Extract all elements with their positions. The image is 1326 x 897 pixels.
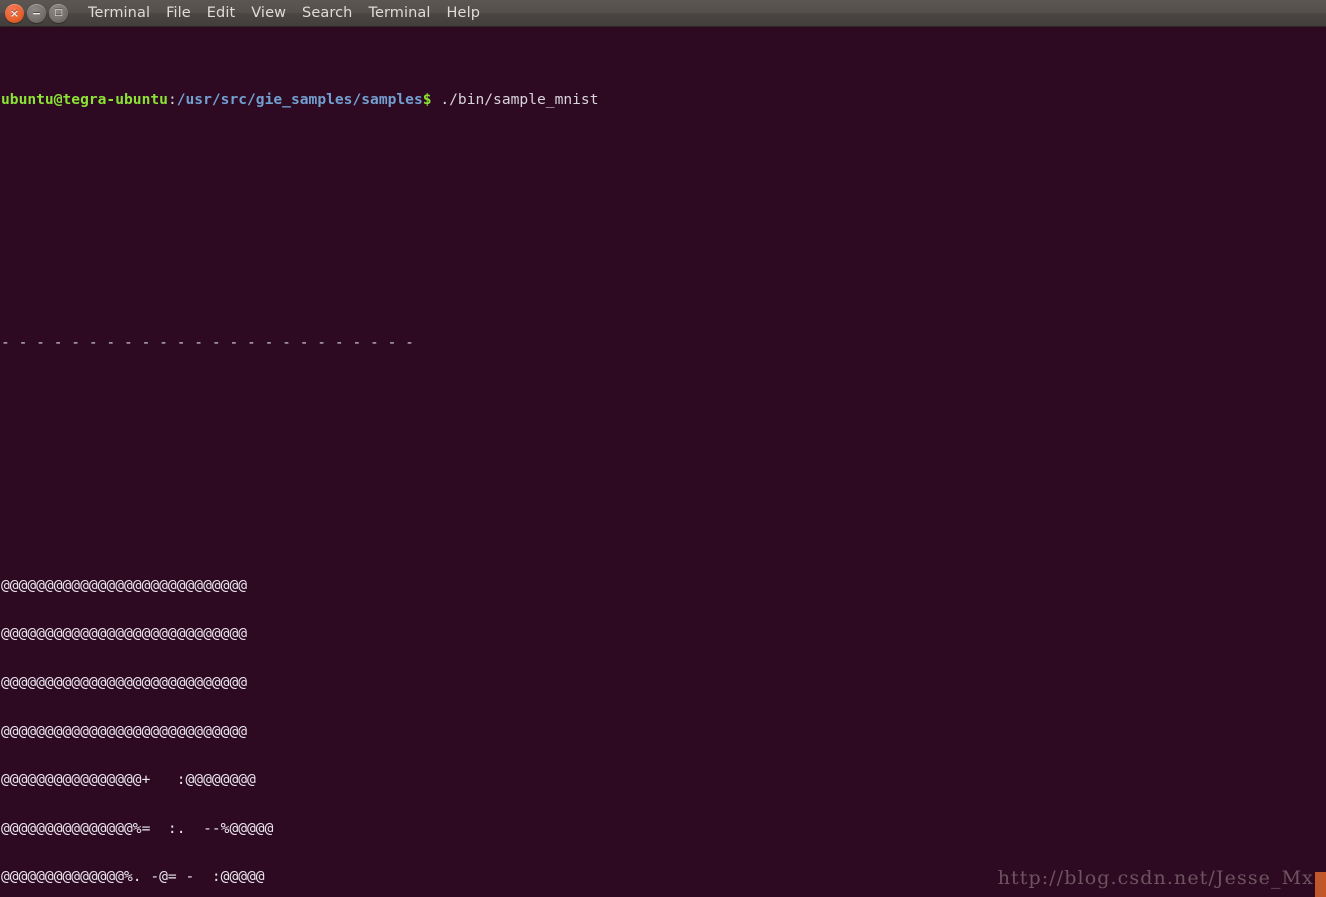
prompt-user-host: ubuntu@tegra-ubuntu <box>1 90 168 108</box>
terminal-screen: ubuntu@tegra-ubuntu:/usr/src/gie_samples… <box>1 27 599 897</box>
maximize-button[interactable]: □ <box>49 3 68 23</box>
separator-line: - - - - - - - - - - - - - - - - - - - - … <box>1 333 414 351</box>
menu-item-edit[interactable]: Edit <box>199 3 243 23</box>
watermark-text: http://blog.csdn.net/Jesse_Mx <box>997 867 1314 889</box>
prompt-sigil: $ <box>422 90 432 108</box>
menu-item-terminal[interactable]: Terminal <box>360 3 438 23</box>
menu-item-search[interactable]: Search <box>294 3 360 23</box>
menu-item-view[interactable]: View <box>243 3 294 23</box>
ascii-art-row: @@@@@@@@@@@@@@%. -@= - :@@@@@ <box>1 868 265 886</box>
ascii-art-row: @@@@@@@@@@@@@@@@@@@@@@@@@@@@ <box>1 722 248 740</box>
minimize-icon: − <box>31 6 42 20</box>
menu-item-terminal-app[interactable]: Terminal <box>80 3 158 23</box>
command-line: ubuntu@tegra-ubuntu:/usr/src/gie_samples… <box>1 90 599 108</box>
ascii-art-row: @@@@@@@@@@@@@@@@@@@@@@@@@@@@ <box>1 625 248 643</box>
minimize-button[interactable]: − <box>27 3 46 23</box>
menu-item-help[interactable]: Help <box>439 3 488 23</box>
menu-bar: Terminal File Edit View Search Terminal … <box>80 3 488 23</box>
window-titlebar: × − □ Terminal File Edit View Search Ter… <box>0 0 1326 27</box>
scrollbar[interactable] <box>1315 872 1326 897</box>
prompt-path: /usr/src/gie_samples/samples <box>176 90 423 108</box>
ascii-art-row: @@@@@@@@@@@@@@@@@@@@@@@@@@@@ <box>1 576 248 594</box>
ascii-art-row: @@@@@@@@@@@@@@@@@@@@@@@@@@@@ <box>1 673 248 691</box>
maximize-icon: □ <box>54 7 63 18</box>
ascii-art-row: @@@@@@@@@@@@@@@%= :. --%@@@@@ <box>1 819 274 837</box>
menu-item-file[interactable]: File <box>158 3 199 23</box>
ascii-art-row: @@@@@@@@@@@@@@@@+ :@@@@@@@@ <box>1 771 256 789</box>
window-controls: × − □ <box>0 3 68 23</box>
terminal-window[interactable]: ubuntu@tegra-ubuntu:/usr/src/gie_samples… <box>0 27 1326 897</box>
prompt-separator: : <box>167 90 177 108</box>
command-text: ./bin/sample_mnist <box>440 90 599 108</box>
close-icon: × <box>9 6 20 20</box>
close-button[interactable]: × <box>5 3 24 23</box>
